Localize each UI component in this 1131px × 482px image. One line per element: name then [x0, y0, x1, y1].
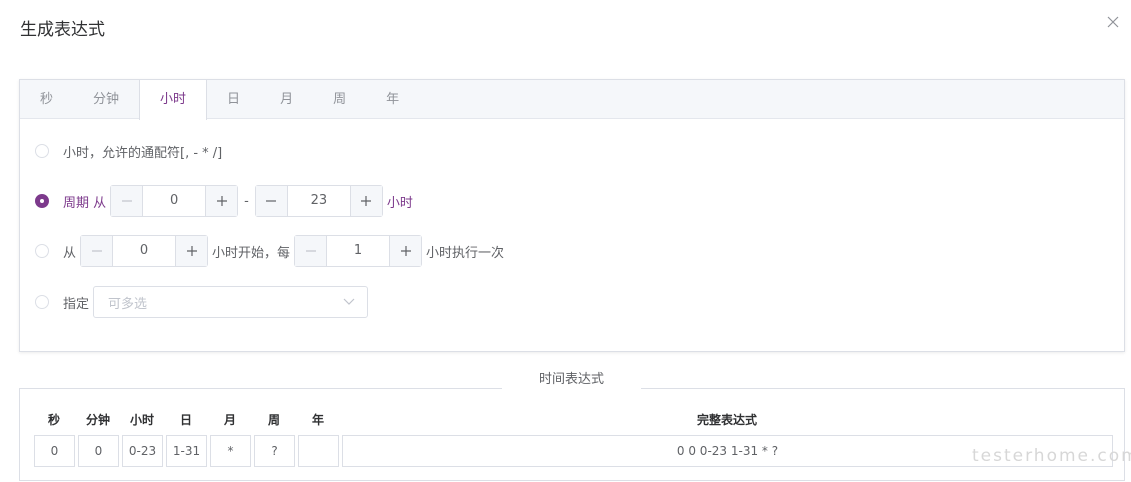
tab-second[interactable]: 秒 — [20, 80, 73, 119]
specify-select-placeholder: 可多选 — [108, 296, 148, 312]
minus-icon — [91, 250, 102, 252]
period-from-increment-button[interactable] — [205, 186, 238, 216]
radio-wildcard[interactable] — [35, 144, 49, 158]
value-week: ? — [254, 435, 295, 467]
header-minute: 分钟 — [85, 413, 110, 427]
period-from-decrement-button[interactable] — [111, 186, 144, 216]
interval-start-input[interactable]: 0 — [113, 236, 175, 266]
period-to-stepper: 23 — [254, 185, 383, 217]
tab-year[interactable]: 年 — [366, 80, 419, 119]
period-to-increment-button[interactable] — [349, 186, 382, 216]
option-period: 周期 从 0 - 23 小时 — [35, 185, 413, 217]
value-day: 1-31 — [166, 435, 207, 467]
close-icon — [1107, 16, 1119, 28]
interval-every-decrement-button[interactable] — [295, 236, 328, 266]
tab-bar: 秒 分钟 小时 日 月 周 年 — [20, 80, 1124, 120]
cron-tabs-panel: 秒 分钟 小时 日 月 周 年 小时，允许的通配符[, - * /] 周期 从 … — [19, 79, 1125, 352]
interval-suffix: 小时执行一次 — [426, 245, 505, 261]
option-specify: 指定 可多选 — [35, 286, 369, 318]
minus-icon — [121, 200, 132, 202]
value-second: 0 — [34, 435, 75, 467]
value-hour: 0-23 — [122, 435, 163, 467]
period-from-stepper: 0 — [110, 185, 239, 217]
header-month: 月 — [223, 413, 236, 427]
radio-period[interactable] — [35, 194, 49, 208]
option-specify-label: 指定 — [63, 296, 90, 312]
header-hour: 小时 — [129, 413, 154, 427]
tab-hour[interactable]: 小时 — [139, 80, 208, 120]
plus-icon — [361, 196, 372, 206]
interval-start-stepper: 0 — [80, 235, 209, 267]
plus-icon — [216, 196, 227, 206]
value-year — [298, 435, 339, 467]
radio-interval[interactable] — [35, 244, 49, 258]
interval-every-increment-button[interactable] — [389, 236, 422, 266]
interval-every-input[interactable]: 1 — [327, 236, 389, 266]
watermark: testerhome.com — [972, 446, 1131, 466]
value-month: * — [210, 435, 251, 467]
option-period-label: 周期 从 — [63, 195, 107, 211]
value-minute: 0 — [78, 435, 119, 467]
period-to-decrement-button[interactable] — [255, 186, 288, 216]
close-button[interactable] — [1103, 12, 1123, 32]
interval-middle-label: 小时开始，每 — [212, 245, 291, 261]
dialog-title: 生成表达式 — [20, 20, 105, 40]
tab-month[interactable]: 月 — [260, 80, 313, 119]
option-interval-label: 从 — [63, 245, 77, 261]
tab-day[interactable]: 日 — [207, 80, 260, 119]
header-full-expression: 完整表达式 — [696, 413, 757, 427]
option-interval: 从 0 小时开始，每 1 小时执行一次 — [35, 235, 504, 267]
tab-minute[interactable]: 分钟 — [73, 80, 139, 119]
specify-select[interactable]: 可多选 — [93, 286, 369, 318]
option-wildcard-label: 小时，允许的通配符[, - * /] — [63, 145, 223, 161]
period-suffix: 小时 — [386, 195, 413, 211]
chevron-down-icon — [343, 298, 355, 305]
plus-icon — [186, 246, 197, 256]
interval-start-decrement-button[interactable] — [81, 236, 114, 266]
header-week: 周 — [267, 413, 280, 427]
tab-week[interactable]: 周 — [313, 80, 366, 119]
header-second: 秒 — [47, 413, 60, 427]
header-year: 年 — [311, 413, 324, 427]
header-day: 日 — [179, 413, 192, 427]
minus-icon — [305, 250, 316, 252]
expression-legend: 时间表达式 — [538, 372, 604, 387]
period-to-input[interactable]: 23 — [288, 186, 350, 216]
plus-icon — [400, 246, 411, 256]
minus-icon — [266, 200, 277, 202]
radio-specify[interactable] — [35, 295, 49, 309]
period-from-input[interactable]: 0 — [143, 186, 205, 216]
option-wildcard: 小时，允许的通配符[, - * /] — [35, 135, 222, 167]
interval-start-increment-button[interactable] — [175, 236, 208, 266]
interval-every-stepper: 1 — [294, 235, 423, 267]
period-dash: - — [244, 193, 249, 209]
